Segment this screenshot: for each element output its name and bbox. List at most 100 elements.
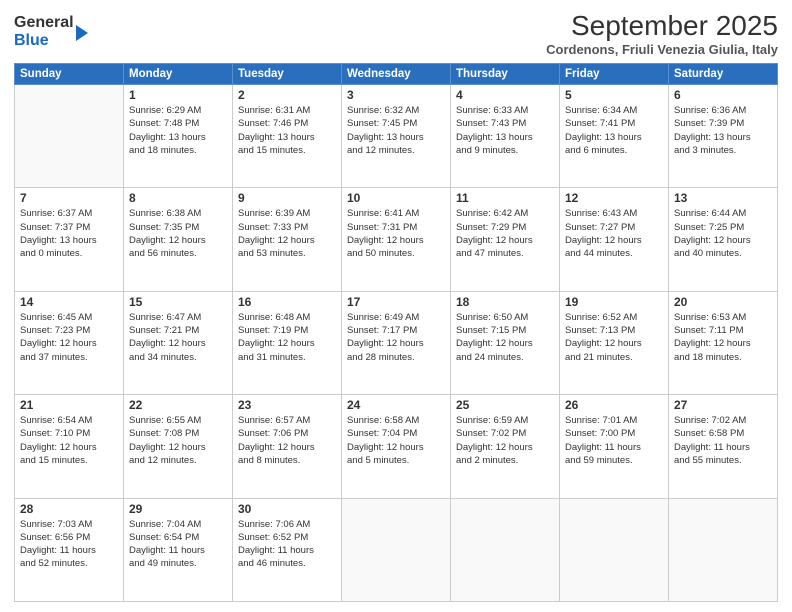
day-info: Sunrise: 7:03 AM Sunset: 6:56 PM Dayligh… xyxy=(20,518,118,571)
table-row: 14 Sunrise: 6:45 AM Sunset: 7:23 PM Dayli… xyxy=(15,291,124,394)
day-info: Sunrise: 6:48 AM Sunset: 7:19 PM Dayligh… xyxy=(238,311,336,364)
day-info: Sunrise: 7:06 AM Sunset: 6:52 PM Dayligh… xyxy=(238,518,336,571)
day-info: Sunrise: 6:55 AM Sunset: 7:08 PM Dayligh… xyxy=(129,414,227,467)
day-number: 14 xyxy=(20,295,118,309)
page: General Blue September 2025 Cordenons, F… xyxy=(0,0,792,612)
day-info: Sunrise: 6:52 AM Sunset: 7:13 PM Dayligh… xyxy=(565,311,663,364)
table-row: 29Sunrise: 7:04 AM Sunset: 6:54 PM Dayli… xyxy=(124,498,233,601)
table-row: 8 Sunrise: 6:38 AM Sunset: 7:35 PM Daylig… xyxy=(124,188,233,291)
title-section: September 2025 Cordenons, Friuli Venezia… xyxy=(546,10,778,57)
day-number: 28 xyxy=(20,502,118,516)
day-number: 21 xyxy=(20,398,118,412)
day-info: Sunrise: 6:57 AM Sunset: 7:06 PM Dayligh… xyxy=(238,414,336,467)
day-number: 22 xyxy=(129,398,227,412)
day-info: Sunrise: 6:34 AM Sunset: 7:41 PM Dayligh… xyxy=(565,104,663,157)
header-thursday: Thursday xyxy=(451,64,560,85)
table-row: 9 Sunrise: 6:39 AM Sunset: 7:33 PM Daylig… xyxy=(233,188,342,291)
day-number: 25 xyxy=(456,398,554,412)
day-info: Sunrise: 6:44 AM Sunset: 7:25 PM Dayligh… xyxy=(674,207,772,260)
calendar-week-row: 7Sunrise: 6:37 AM Sunset: 7:37 PM Daylig… xyxy=(15,188,778,291)
day-info: Sunrise: 6:45 AM Sunset: 7:23 PM Dayligh… xyxy=(20,311,118,364)
day-number: 10 xyxy=(347,191,445,205)
day-number: 29 xyxy=(129,502,227,516)
day-number: 4 xyxy=(456,88,554,102)
table-row: 10Sunrise: 6:41 AM Sunset: 7:31 PM Dayli… xyxy=(342,188,451,291)
day-info: Sunrise: 6:32 AM Sunset: 7:45 PM Dayligh… xyxy=(347,104,445,157)
table-row: 18 Sunrise: 6:50 AM Sunset: 7:15 PM Dayli… xyxy=(451,291,560,394)
table-row: 12 Sunrise: 6:43 AM Sunset: 7:27 PM Dayli… xyxy=(560,188,669,291)
table-row: 7Sunrise: 6:37 AM Sunset: 7:37 PM Daylig… xyxy=(15,188,124,291)
table-row: 30 Sunrise: 7:06 AM Sunset: 6:52 PM Dayli… xyxy=(233,498,342,601)
day-info: Sunrise: 6:31 AM Sunset: 7:46 PM Dayligh… xyxy=(238,104,336,157)
logo-blue: Blue xyxy=(14,32,74,50)
day-info: Sunrise: 7:01 AM Sunset: 7:00 PM Dayligh… xyxy=(565,414,663,467)
table-row: 13Sunrise: 6:44 AM Sunset: 7:25 PM Dayli… xyxy=(669,188,778,291)
month-title: September 2025 xyxy=(546,10,778,42)
day-info: Sunrise: 6:37 AM Sunset: 7:37 PM Dayligh… xyxy=(20,207,118,260)
calendar-week-row: 14 Sunrise: 6:45 AM Sunset: 7:23 PM Dayli… xyxy=(15,291,778,394)
table-row: 20Sunrise: 6:53 AM Sunset: 7:11 PM Dayli… xyxy=(669,291,778,394)
header-sunday: Sunday xyxy=(15,64,124,85)
day-number: 17 xyxy=(347,295,445,309)
day-number: 12 xyxy=(565,191,663,205)
day-info: Sunrise: 6:38 AM Sunset: 7:35 PM Dayligh… xyxy=(129,207,227,260)
header: General Blue September 2025 Cordenons, F… xyxy=(14,10,778,57)
day-number: 5 xyxy=(565,88,663,102)
day-number: 23 xyxy=(238,398,336,412)
table-row: 16 Sunrise: 6:48 AM Sunset: 7:19 PM Dayli… xyxy=(233,291,342,394)
table-row xyxy=(560,498,669,601)
table-row: 17 Sunrise: 6:49 AM Sunset: 7:17 PM Dayli… xyxy=(342,291,451,394)
table-row: 24 Sunrise: 6:58 AM Sunset: 7:04 PM Dayli… xyxy=(342,395,451,498)
logo-general: General xyxy=(14,14,74,32)
table-row: 26 Sunrise: 7:01 AM Sunset: 7:00 PM Dayli… xyxy=(560,395,669,498)
day-number: 18 xyxy=(456,295,554,309)
day-info: Sunrise: 6:47 AM Sunset: 7:21 PM Dayligh… xyxy=(129,311,227,364)
day-number: 16 xyxy=(238,295,336,309)
header-monday: Monday xyxy=(124,64,233,85)
table-row: 1Sunrise: 6:29 AM Sunset: 7:48 PM Daylig… xyxy=(124,85,233,188)
day-number: 19 xyxy=(565,295,663,309)
day-info: Sunrise: 6:58 AM Sunset: 7:04 PM Dayligh… xyxy=(347,414,445,467)
day-number: 11 xyxy=(456,191,554,205)
table-row: 21 Sunrise: 6:54 AM Sunset: 7:10 PM Dayli… xyxy=(15,395,124,498)
day-info: Sunrise: 6:39 AM Sunset: 7:33 PM Dayligh… xyxy=(238,207,336,260)
day-info: Sunrise: 6:42 AM Sunset: 7:29 PM Dayligh… xyxy=(456,207,554,260)
table-row: 25 Sunrise: 6:59 AM Sunset: 7:02 PM Dayli… xyxy=(451,395,560,498)
day-number: 30 xyxy=(238,502,336,516)
day-number: 24 xyxy=(347,398,445,412)
table-row: 6 Sunrise: 6:36 AM Sunset: 7:39 PM Daylig… xyxy=(669,85,778,188)
day-number: 8 xyxy=(129,191,227,205)
table-row: 5 Sunrise: 6:34 AM Sunset: 7:41 PM Daylig… xyxy=(560,85,669,188)
day-info: Sunrise: 6:43 AM Sunset: 7:27 PM Dayligh… xyxy=(565,207,663,260)
day-number: 3 xyxy=(347,88,445,102)
calendar-week-row: 21 Sunrise: 6:54 AM Sunset: 7:10 PM Dayli… xyxy=(15,395,778,498)
day-number: 15 xyxy=(129,295,227,309)
day-info: Sunrise: 6:59 AM Sunset: 7:02 PM Dayligh… xyxy=(456,414,554,467)
day-number: 26 xyxy=(565,398,663,412)
day-info: Sunrise: 6:36 AM Sunset: 7:39 PM Dayligh… xyxy=(674,104,772,157)
day-info: Sunrise: 6:50 AM Sunset: 7:15 PM Dayligh… xyxy=(456,311,554,364)
header-friday: Friday xyxy=(560,64,669,85)
day-number: 6 xyxy=(674,88,772,102)
table-row xyxy=(15,85,124,188)
table-row: 23 Sunrise: 6:57 AM Sunset: 7:06 PM Dayli… xyxy=(233,395,342,498)
header-tuesday: Tuesday xyxy=(233,64,342,85)
table-row: 27Sunrise: 7:02 AM Sunset: 6:58 PM Dayli… xyxy=(669,395,778,498)
table-row: 3 Sunrise: 6:32 AM Sunset: 7:45 PM Daylig… xyxy=(342,85,451,188)
table-row: 11 Sunrise: 6:42 AM Sunset: 7:29 PM Dayli… xyxy=(451,188,560,291)
day-number: 9 xyxy=(238,191,336,205)
header-saturday: Saturday xyxy=(669,64,778,85)
table-row: 28 Sunrise: 7:03 AM Sunset: 6:56 PM Dayli… xyxy=(15,498,124,601)
day-info: Sunrise: 6:49 AM Sunset: 7:17 PM Dayligh… xyxy=(347,311,445,364)
day-info: Sunrise: 6:54 AM Sunset: 7:10 PM Dayligh… xyxy=(20,414,118,467)
calendar: Sunday Monday Tuesday Wednesday Thursday… xyxy=(14,63,778,602)
day-number: 1 xyxy=(129,88,227,102)
calendar-header-row: Sunday Monday Tuesday Wednesday Thursday… xyxy=(15,64,778,85)
table-row xyxy=(669,498,778,601)
day-info: Sunrise: 6:53 AM Sunset: 7:11 PM Dayligh… xyxy=(674,311,772,364)
header-wednesday: Wednesday xyxy=(342,64,451,85)
table-row: 2Sunrise: 6:31 AM Sunset: 7:46 PM Daylig… xyxy=(233,85,342,188)
table-row: 19 Sunrise: 6:52 AM Sunset: 7:13 PM Dayli… xyxy=(560,291,669,394)
table-row xyxy=(451,498,560,601)
table-row xyxy=(342,498,451,601)
